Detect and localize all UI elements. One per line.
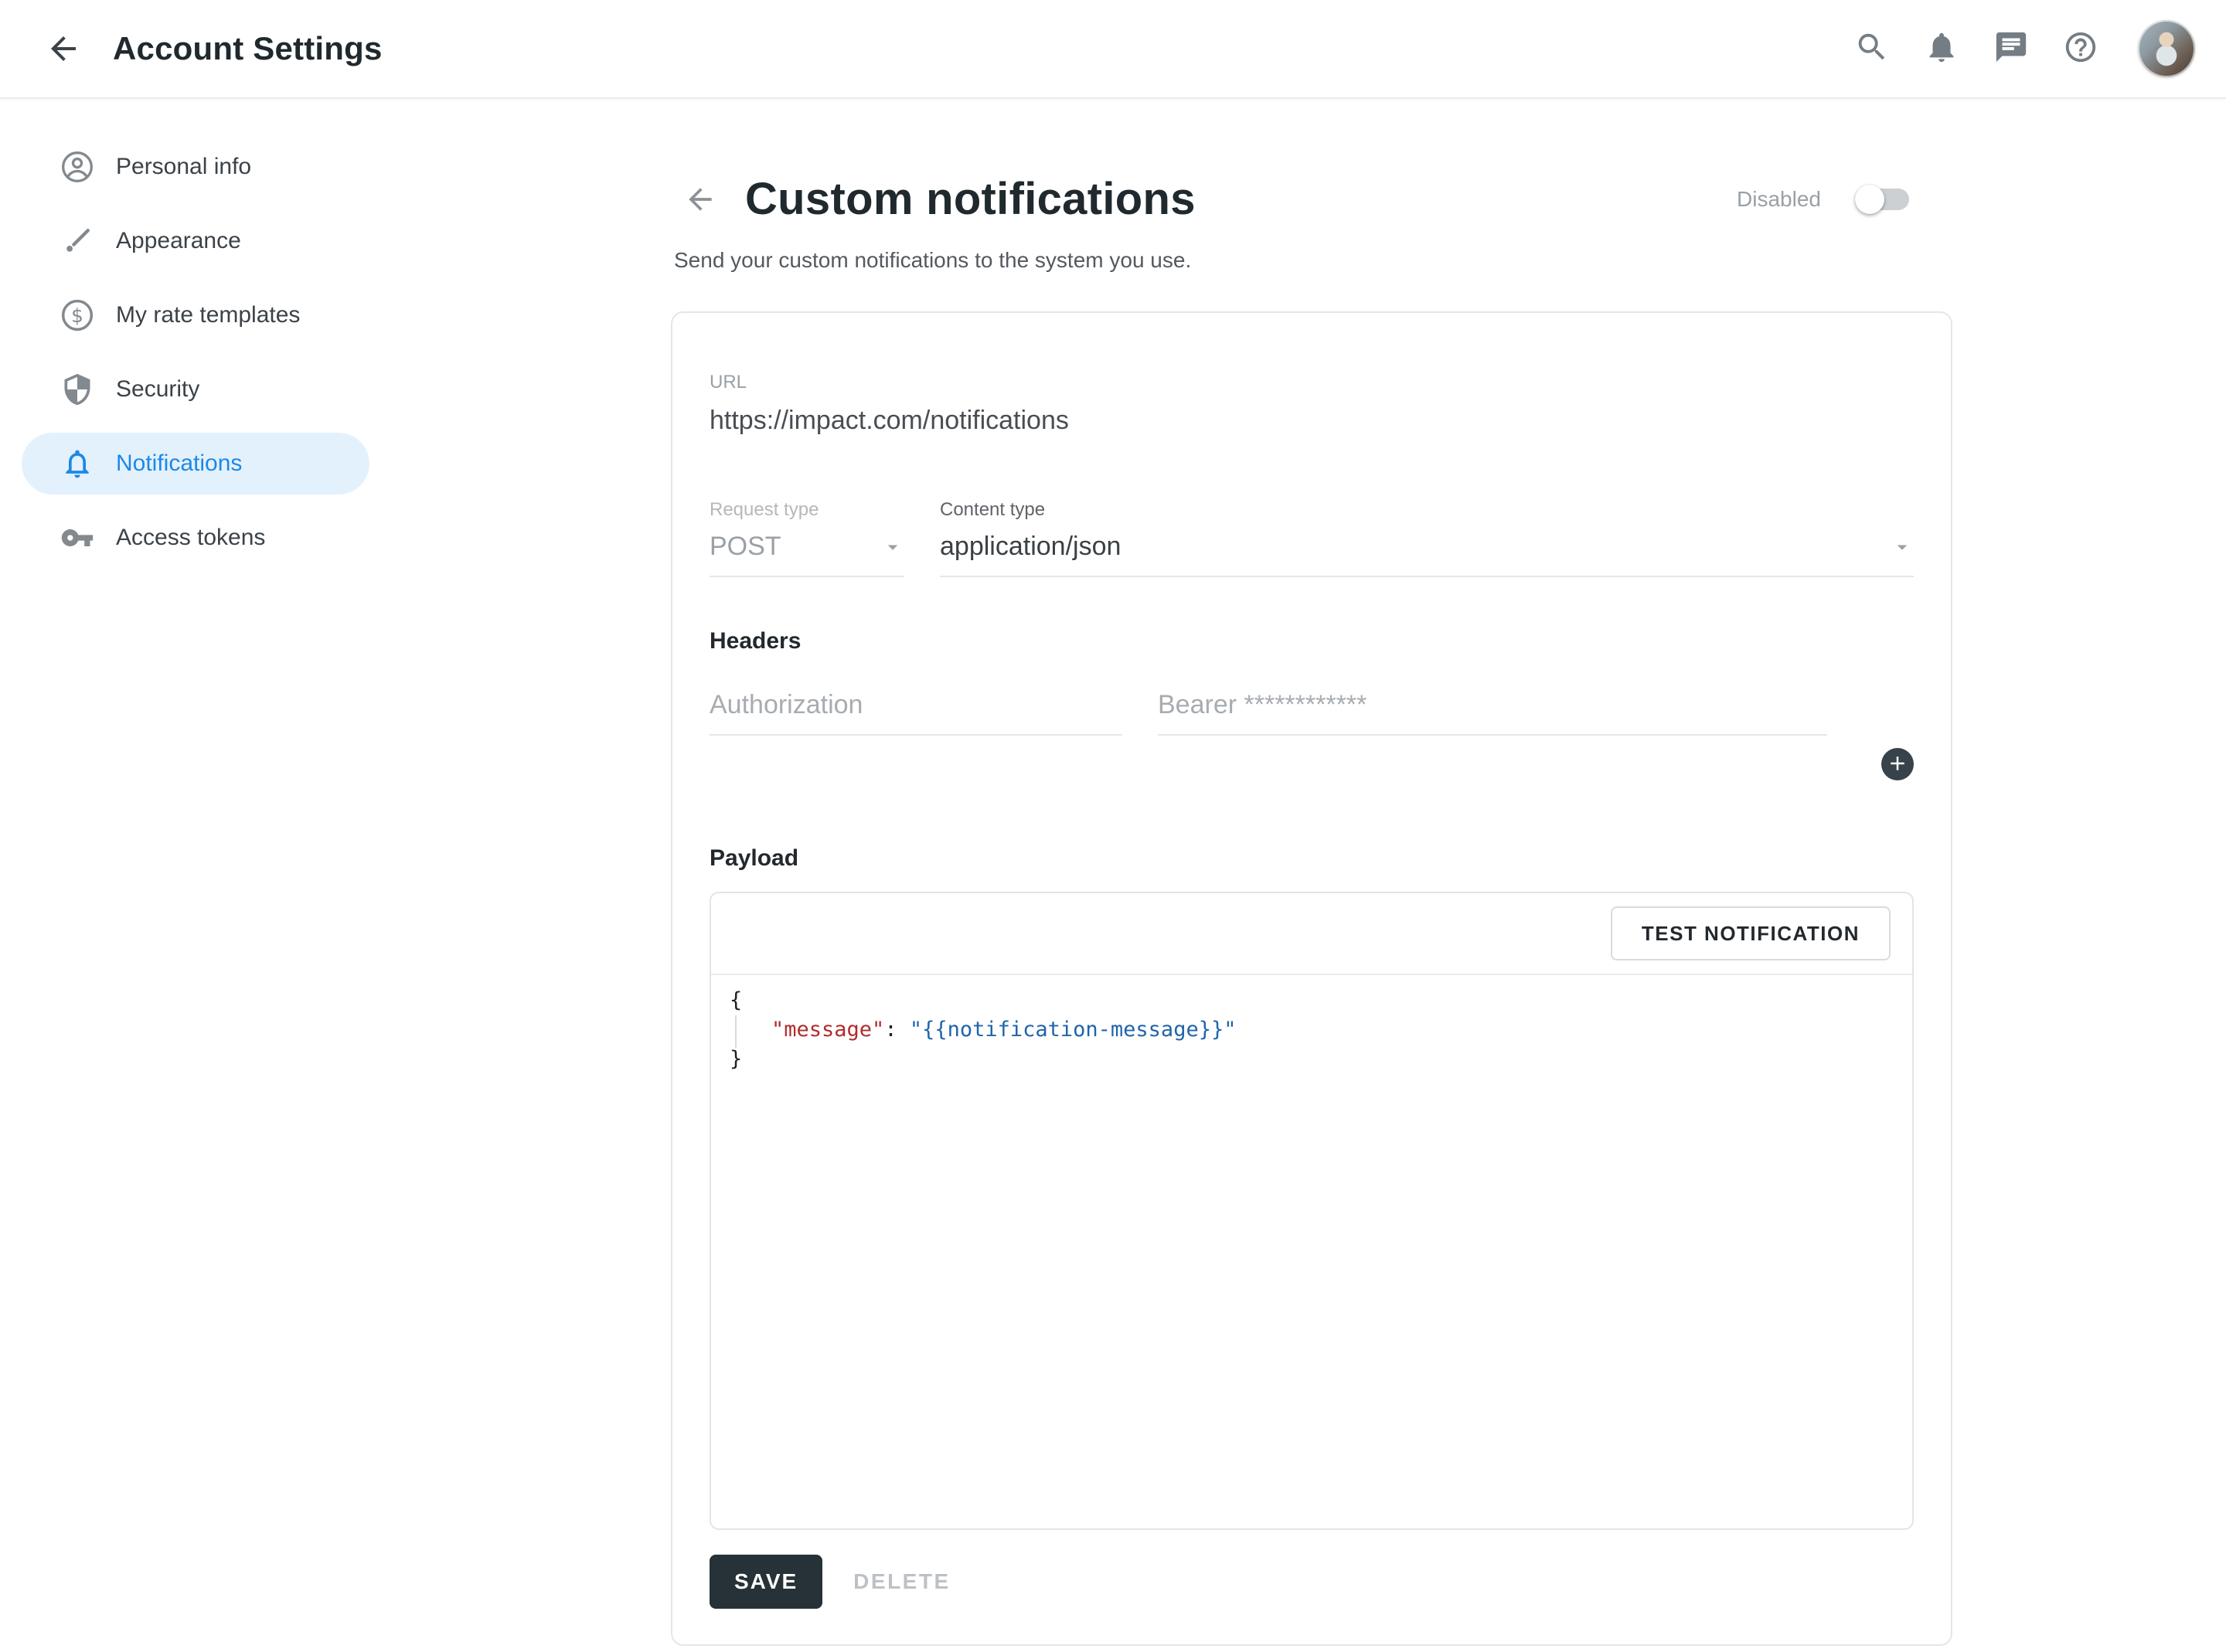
chevron-down-icon: [881, 535, 904, 559]
sidebar-item-access-tokens[interactable]: Access tokens: [22, 507, 369, 569]
payload-editor-toolbar: TEST NOTIFICATION: [711, 893, 1912, 975]
content-type-label: Content type: [940, 499, 1914, 521]
enable-toggle-group: Disabled: [1737, 187, 1909, 212]
header-name-input[interactable]: [710, 690, 1122, 736]
test-notification-button[interactable]: TEST NOTIFICATION: [1611, 906, 1891, 960]
sidebar-item-label: My rate templates: [116, 302, 300, 328]
disabled-toggle[interactable]: [1858, 189, 1909, 210]
sidebar-item-personal-info[interactable]: Personal info: [22, 136, 369, 198]
arrow-back-icon: [683, 206, 717, 219]
json-value: "{{notification-message}}": [910, 1018, 1237, 1042]
page-title: Custom notifications: [745, 173, 1196, 225]
type-row: Request type POST Content type: [710, 499, 1914, 577]
person-icon: [60, 150, 94, 184]
help-icon: [2063, 29, 2098, 69]
sidebar-item-label: Notifications: [116, 450, 242, 477]
sidebar-item-notifications[interactable]: Notifications: [22, 433, 369, 495]
main-content: Custom notifications Disabled Send your …: [371, 99, 2226, 1646]
topbar-actions: [1853, 20, 2195, 77]
app-title: Account Settings: [113, 30, 383, 67]
request-type-label: Request type: [710, 499, 904, 521]
chevron-down-icon: [1891, 535, 1914, 559]
topbar: Account Settings: [0, 0, 2226, 99]
indent-guide-line: [735, 1015, 737, 1048]
sidebar-item-label: Access tokens: [116, 525, 265, 551]
notification-settings-card: URL Request type POST: [671, 311, 1952, 1646]
bell-outline-icon: [60, 447, 94, 481]
sidebar-item-label: Appearance: [116, 228, 241, 254]
account-settings-page: Account Settings: [0, 0, 2226, 1652]
bell-icon: [1924, 29, 1959, 69]
code-line: }: [730, 1045, 1894, 1074]
search-button[interactable]: [1853, 30, 1891, 67]
chat-icon: [1993, 29, 2029, 69]
toggle-state-label: Disabled: [1737, 187, 1821, 212]
sidebar-item-my-rate-templates[interactable]: $ My rate templates: [22, 284, 369, 346]
add-header-button[interactable]: [1881, 748, 1914, 780]
delete-button[interactable]: DELETE: [853, 1569, 950, 1594]
plus-icon: [1886, 752, 1909, 777]
code-line: "message": "{{notification-message}}": [730, 1015, 1894, 1045]
json-key: "message": [771, 1018, 884, 1042]
save-button[interactable]: SAVE: [710, 1555, 822, 1609]
payload-section: Payload TEST NOTIFICATION { "message": "…: [710, 845, 1914, 1530]
shield-icon: [60, 372, 94, 406]
brush-icon: [60, 224, 94, 258]
payload-editor: TEST NOTIFICATION { "message": "{{notifi…: [710, 892, 1914, 1530]
user-avatar[interactable]: [2138, 20, 2195, 77]
form-actions: SAVE DELETE: [710, 1555, 1914, 1609]
url-input[interactable]: [710, 406, 1914, 451]
dollar-circle-icon: $: [60, 298, 94, 332]
toggle-thumb: [1855, 185, 1884, 214]
headers-title: Headers: [710, 628, 1914, 654]
key-icon: [60, 521, 94, 555]
content-type-select[interactable]: Content type application/json: [940, 499, 1914, 577]
payload-title: Payload: [710, 845, 1914, 872]
payload-code-input[interactable]: { "message": "{{notification-message}}" …: [711, 975, 1912, 1528]
sidebar-item-label: Security: [116, 376, 199, 403]
arrow-back-icon: [45, 57, 82, 70]
topbar-back-button[interactable]: [45, 30, 82, 67]
code-line: {: [730, 986, 1894, 1015]
request-type-select[interactable]: Request type POST: [710, 499, 904, 577]
help-button[interactable]: [2062, 30, 2099, 67]
url-field-block: URL: [710, 372, 1914, 451]
json-separator: :: [884, 1018, 910, 1042]
messages-button[interactable]: [1993, 30, 2030, 67]
page-subtitle: Send your custom notifications to the sy…: [674, 248, 1949, 273]
search-icon: [1854, 29, 1890, 69]
page-back-button[interactable]: [683, 182, 717, 216]
settings-sidebar: Personal info Appearance $ My rate templ…: [0, 99, 371, 581]
sidebar-item-appearance[interactable]: Appearance: [22, 210, 369, 272]
request-type-value: POST: [710, 532, 781, 562]
content-type-value: application/json: [940, 532, 1121, 562]
headers-section: Headers: [710, 628, 1914, 780]
sidebar-item-security[interactable]: Security: [22, 359, 369, 420]
sidebar-item-label: Personal info: [116, 154, 251, 180]
header-value-input[interactable]: [1158, 690, 1827, 736]
page-header: Custom notifications Disabled: [668, 173, 1949, 225]
svg-text:$: $: [71, 304, 83, 327]
url-label: URL: [710, 372, 1914, 393]
notifications-button[interactable]: [1923, 30, 1960, 67]
